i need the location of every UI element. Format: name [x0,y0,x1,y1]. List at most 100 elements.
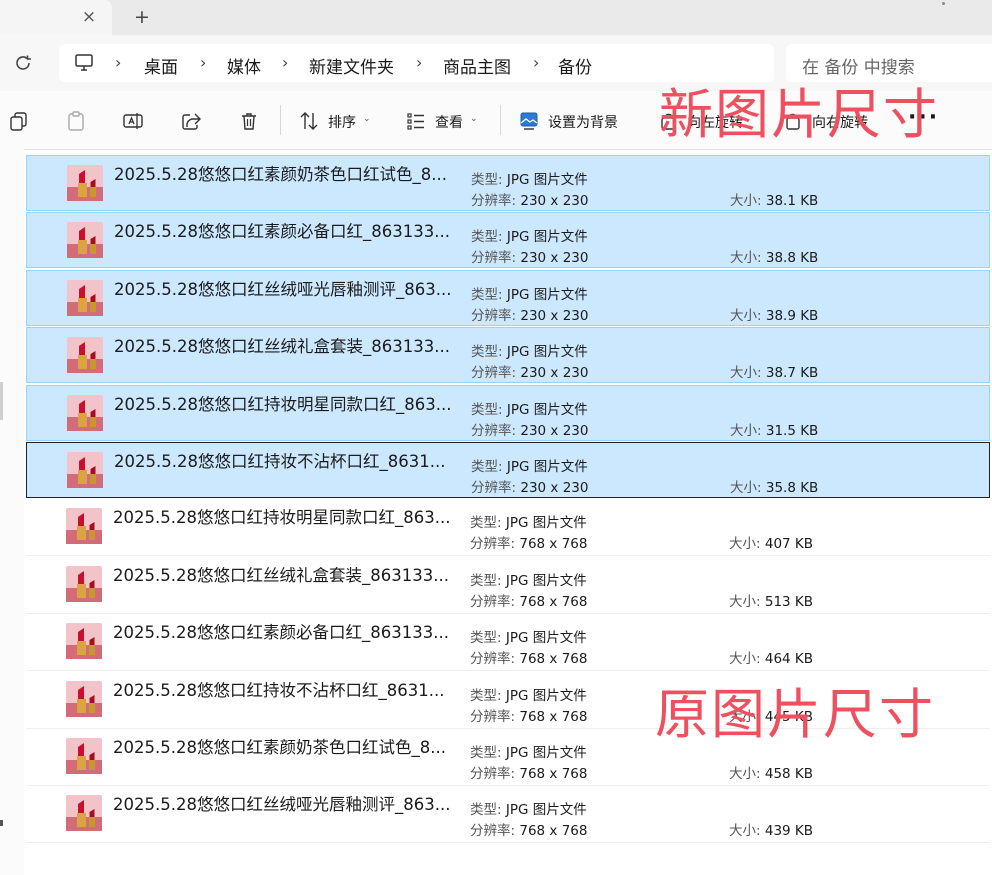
file-name: 2025.5.28悠悠口红持妆不沾杯口红_8631... [114,452,446,471]
breadcrumb-separator[interactable]: › [416,53,422,72]
file-row[interactable]: 2025.5.28悠悠口红丝绒礼盒套装_863133... 类型: JPG 图片… [26,557,990,614]
navigation-scroll-marker [0,820,3,826]
breadcrumb-separator[interactable]: › [282,53,288,72]
file-size: 大小: 38.8 KB [730,250,819,266]
rename-icon[interactable] [122,110,144,132]
lipstick-thumbnail-icon [67,395,103,431]
file-resolution: 分辨率: 230 x 230 [471,423,589,439]
file-resolution: 分辨率: 230 x 230 [471,250,589,266]
view-chevron-icon[interactable]: ⌄ [470,114,478,124]
file-resolution: 分辨率: 768 x 768 [470,536,588,552]
copy-icon[interactable] [8,110,30,132]
lipstick-thumbnail-icon [66,738,102,774]
file-name: 2025.5.28悠悠口红素颜奶茶色口红试色_8... [113,738,446,757]
file-type: 类型: JPG 图片文件 [470,630,587,646]
file-name: 2025.5.28悠悠口红素颜必备口红_863133... [113,623,449,642]
breadcrumb-backup[interactable]: 备份 [558,53,592,78]
lipstick-thumbnail-icon [66,508,102,544]
set-background-icon[interactable] [518,110,540,132]
file-name: 2025.5.28悠悠口红持妆明星同款口红_863... [114,395,452,414]
breadcrumb-media[interactable]: 媒体 [227,53,261,78]
file-resolution: 分辨率: 230 x 230 [471,480,589,496]
breadcrumb-separator[interactable]: › [533,53,539,72]
file-name: 2025.5.28悠悠口红丝绒哑光唇釉测评_863... [113,795,451,814]
file-name: 2025.5.28悠悠口红素颜奶茶色口红试色_8... [114,165,447,184]
breadcrumb-separator[interactable]: › [200,53,206,72]
file-row[interactable]: 2025.5.28悠悠口红丝绒礼盒套装_863133... 类型: JPG 图片… [26,327,990,383]
file-type: 类型: JPG 图片文件 [470,573,587,589]
file-size: 大小: 439 KB [729,823,814,839]
window-tab[interactable]: × [0,0,112,35]
sort-icon[interactable] [298,110,320,132]
file-name: 2025.5.28悠悠口红持妆明星同款口红_863... [113,508,451,527]
file-resolution: 分辨率: 230 x 230 [471,308,589,324]
computer-icon[interactable] [73,52,95,74]
file-row[interactable]: 2025.5.28悠悠口红素颜必备口红_863133... 类型: JPG 图片… [26,614,990,671]
lipstick-thumbnail-icon [67,337,103,373]
file-name: 2025.5.28悠悠口红丝绒哑光唇釉测评_863... [114,280,452,299]
file-type: 类型: JPG 图片文件 [470,745,587,761]
original-size-annotation: 原图片尺寸 [655,683,935,746]
file-type: 类型: JPG 图片文件 [470,802,587,818]
file-size: 大小: 407 KB [729,536,814,552]
file-type: 类型: JPG 图片文件 [470,515,587,531]
breadcrumb-desktop[interactable]: 桌面 [144,53,178,78]
file-resolution: 分辨率: 230 x 230 [471,365,589,381]
lipstick-thumbnail-icon [66,795,102,831]
file-type: 类型: JPG 图片文件 [471,344,588,360]
file-name: 2025.5.28悠悠口红丝绒礼盒套装_863133... [113,566,449,585]
file-row[interactable]: 2025.5.28悠悠口红持妆明星同款口红_863... 类型: JPG 图片文… [26,385,990,441]
navigation-pane[interactable] [0,149,24,875]
refresh-icon[interactable] [12,52,34,74]
paste-icon[interactable] [65,110,87,132]
share-icon[interactable] [180,110,202,132]
file-name: 2025.5.28悠悠口红素颜必备口红_863133... [114,222,450,241]
window-control-dot [942,2,945,5]
file-size: 大小: 38.9 KB [730,308,819,324]
file-type: 类型: JPG 图片文件 [470,688,587,704]
file-row[interactable]: 2025.5.28悠悠口红持妆明星同款口红_863... 类型: JPG 图片文… [26,499,990,556]
file-row[interactable]: 2025.5.28悠悠口红丝绒哑光唇釉测评_863... 类型: JPG 图片文… [26,786,990,843]
close-tab-icon[interactable]: × [78,6,100,28]
delete-icon[interactable] [238,110,260,132]
file-resolution: 分辨率: 768 x 768 [470,823,588,839]
file-size: 大小: 458 KB [729,766,814,782]
sort-chevron-icon[interactable]: ⌄ [363,114,371,124]
lipstick-thumbnail-icon [67,452,103,488]
breadcrumb-new-folder[interactable]: 新建文件夹 [309,53,394,78]
file-row[interactable]: 2025.5.28悠悠口红素颜必备口红_863133... 类型: JPG 图片… [26,212,990,268]
file-size: 大小: 31.5 KB [730,423,819,439]
file-resolution: 分辨率: 768 x 768 [470,594,588,610]
view-icon[interactable] [405,110,427,132]
new-size-annotation: 新图片尺寸 [659,83,939,146]
file-size: 大小: 464 KB [729,651,814,667]
new-tab-icon[interactable]: + [131,6,153,28]
file-type: 类型: JPG 图片文件 [471,459,588,475]
file-type: 类型: JPG 图片文件 [471,229,588,245]
file-type: 类型: JPG 图片文件 [471,172,588,188]
toolbar-divider [280,105,281,135]
lipstick-thumbnail-icon [67,222,103,258]
lipstick-thumbnail-icon [67,165,103,201]
lipstick-thumbnail-icon [67,280,103,316]
breadcrumb-product-images[interactable]: 商品主图 [443,53,511,78]
lipstick-thumbnail-icon [66,681,102,717]
file-resolution: 分辨率: 768 x 768 [470,709,588,725]
file-row[interactable]: 2025.5.28悠悠口红丝绒哑光唇釉测评_863... 类型: JPG 图片文… [26,270,990,326]
view-button[interactable]: 查看 [435,112,463,132]
file-row[interactable]: 2025.5.28悠悠口红持妆不沾杯口红_8631... 类型: JPG 图片文… [26,442,990,498]
sort-button[interactable]: 排序 [328,112,356,132]
file-name: 2025.5.28悠悠口红持妆不沾杯口红_8631... [113,681,445,700]
breadcrumb-separator[interactable]: › [115,53,121,72]
lipstick-thumbnail-icon [66,566,102,602]
file-size: 大小: 513 KB [729,594,814,610]
toolbar-divider [500,105,501,135]
file-size: 大小: 38.7 KB [730,365,819,381]
file-row[interactable]: 2025.5.28悠悠口红素颜奶茶色口红试色_8... 类型: JPG 图片文件… [26,155,990,211]
file-resolution: 分辨率: 768 x 768 [470,766,588,782]
lipstick-thumbnail-icon [66,623,102,659]
file-resolution: 分辨率: 230 x 230 [471,193,589,209]
file-type: 类型: JPG 图片文件 [471,287,588,303]
set-background-button[interactable]: 设置为背景 [548,112,618,132]
navigation-selected-indicator [0,382,3,420]
